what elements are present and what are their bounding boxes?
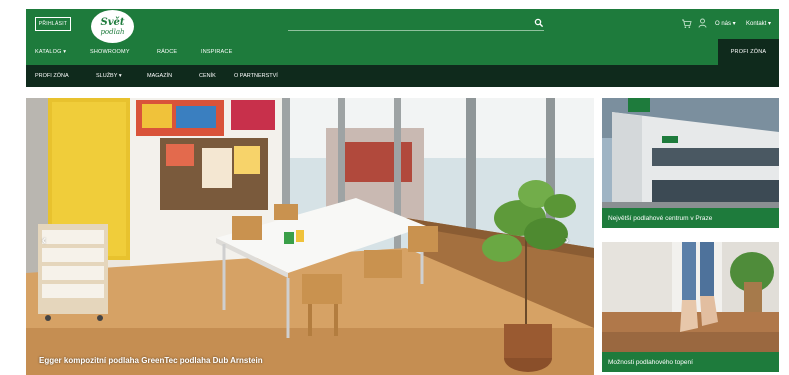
logo[interactable]: Svět podlah [91, 10, 134, 43]
promo-card-showroom[interactable]: Největší podlahové centrum v Praze [602, 98, 779, 233]
subnav-profi-zona[interactable]: PROFI ZÓNA [35, 73, 69, 79]
promo-card-heating[interactable]: Možnosti podlahového topení [602, 242, 779, 375]
hero-prev-arrow[interactable]: ‹ [38, 233, 50, 247]
about-link[interactable]: O nás ▾ [715, 20, 736, 27]
hero-slider[interactable]: ‹ › Egger kompozitní podlaha GreenTec po… [26, 98, 594, 375]
hero-image [26, 98, 594, 375]
nav-showroomy[interactable]: SHOWROOMY [90, 49, 130, 55]
subnav-cenik[interactable]: CENÍK [199, 73, 216, 79]
hero-caption[interactable]: Egger kompozitní podlaha GreenTec podlah… [39, 356, 263, 365]
subnav-sluzby[interactable]: SLUŽBY ▾ [96, 73, 122, 79]
promo-label-heating[interactable]: Možnosti podlahového topení [602, 352, 779, 372]
user-icon[interactable] [698, 18, 707, 28]
logo-line2: podlah [100, 27, 125, 36]
category-nav: KATALOG ▾ SHOWROOMY RÁDCE INSPIRACE PROF… [26, 39, 779, 65]
top-header: PŘIHLÁSIT Svět podlah O nás ▾ Kontakt ▾ [26, 9, 779, 43]
sub-nav: PROFI ZÓNA SLUŽBY ▾ MAGAZÍN CENÍK O PART… [26, 65, 779, 87]
subnav-magazin[interactable]: MAGAZÍN [147, 73, 172, 79]
hero-next-arrow[interactable]: › [561, 233, 573, 247]
contact-link[interactable]: Kontakt ▾ [746, 20, 771, 27]
nav-inspirace[interactable]: INSPIRACE [201, 49, 232, 55]
search-icon[interactable] [534, 18, 544, 28]
tab-profi-zona[interactable]: PROFI ZÓNA [718, 39, 779, 65]
logo-line1: Svět [100, 16, 125, 28]
promo-label-showroom[interactable]: Největší podlahové centrum v Praze [602, 208, 779, 228]
nav-radce[interactable]: RÁDCE [157, 49, 177, 55]
login-button[interactable]: PŘIHLÁSIT [35, 17, 71, 31]
cart-icon[interactable] [681, 18, 692, 29]
nav-katalog[interactable]: KATALOG ▾ [35, 49, 66, 55]
search-input[interactable] [288, 17, 544, 31]
promo-image-feet [602, 242, 779, 355]
promo-image-building [602, 98, 779, 213]
subnav-o-partnerstvi[interactable]: O PARTNERSTVÍ [234, 73, 278, 79]
